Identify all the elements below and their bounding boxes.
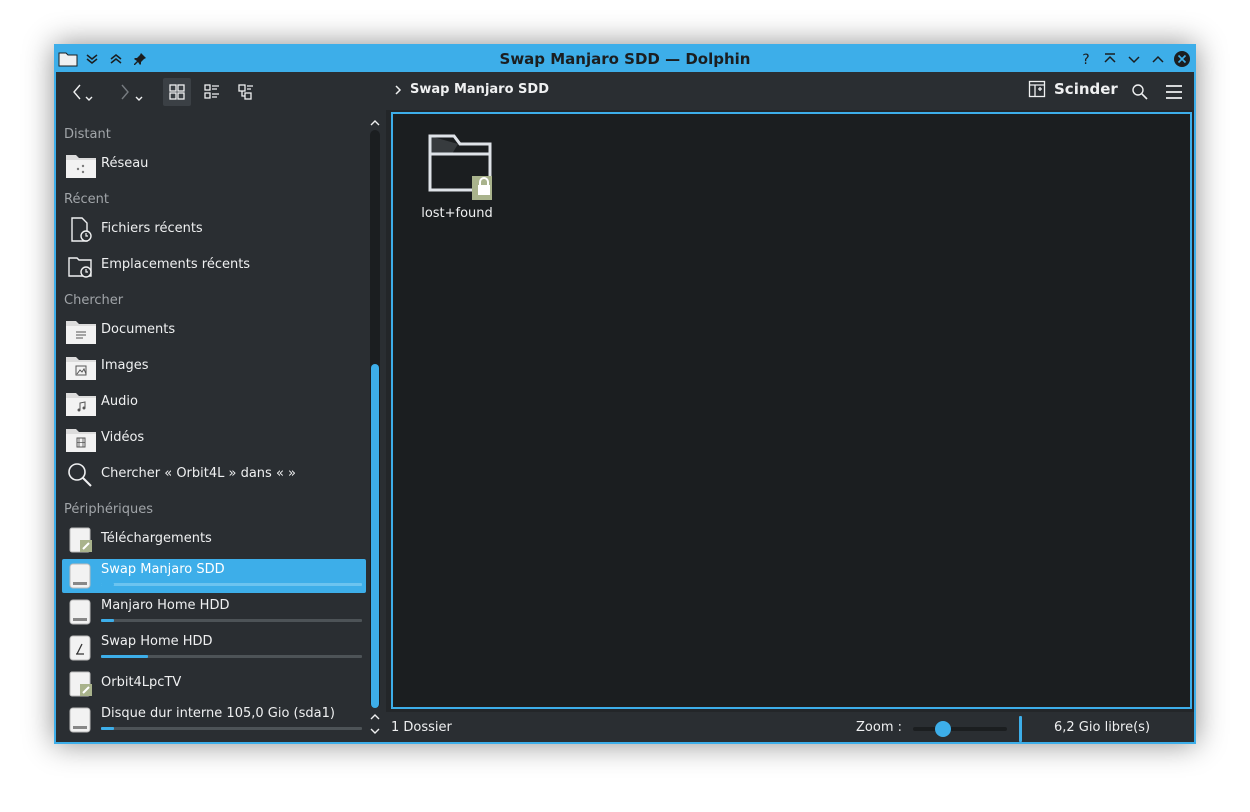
file-view[interactable]: lost+found bbox=[391, 112, 1192, 709]
toolbar: Swap Manjaro SDD Scinder bbox=[56, 72, 1194, 110]
free-space: 6,2 Gio libre(s) bbox=[1054, 720, 1151, 735]
title-bar[interactable]: Swap Manjaro SDD — Dolphin ? bbox=[56, 46, 1194, 72]
file-item[interactable]: lost+found bbox=[419, 132, 496, 221]
chevron-right-icon bbox=[395, 84, 402, 95]
place-label: Emplacements récents bbox=[101, 257, 251, 272]
place-label: Swap Manjaro SDD bbox=[101, 562, 225, 577]
split-label: Scinder bbox=[1054, 80, 1118, 98]
scroll-up-arrow-bottom[interactable] bbox=[369, 708, 381, 720]
icons-view-button[interactable] bbox=[163, 78, 191, 106]
section-search: Chercher bbox=[64, 293, 124, 308]
drive-icon bbox=[66, 562, 94, 590]
back-button[interactable] bbox=[68, 80, 98, 106]
place-label: Téléchargements bbox=[101, 531, 212, 546]
hamburger-menu-button[interactable] bbox=[1162, 80, 1186, 104]
device-downloads[interactable]: Téléchargements bbox=[62, 523, 366, 557]
close-icon[interactable] bbox=[1172, 49, 1192, 69]
free-space-indicator bbox=[1019, 716, 1022, 742]
capacity-fill bbox=[101, 583, 115, 586]
capacity-bar bbox=[101, 583, 362, 586]
place-label: Vidéos bbox=[101, 430, 145, 445]
place-recent-locations[interactable]: Emplacements récents bbox=[62, 249, 366, 283]
scroll-down-arrow[interactable] bbox=[369, 722, 381, 734]
help-icon[interactable]: ? bbox=[1076, 49, 1096, 69]
places-panel: Distant Réseau Récent Fichiers récents E… bbox=[56, 110, 386, 742]
capacity-fill bbox=[101, 727, 115, 730]
split-view-icon bbox=[1028, 80, 1046, 98]
capacity-fill bbox=[101, 619, 115, 622]
place-label: Fichiers récents bbox=[101, 221, 203, 236]
capacity-bar bbox=[101, 655, 362, 658]
network-drive-icon bbox=[66, 526, 94, 554]
breadcrumb-current[interactable]: Swap Manjaro SDD bbox=[410, 82, 549, 97]
documents-folder-icon bbox=[66, 317, 96, 345]
file-item-label: lost+found bbox=[421, 206, 493, 221]
root-drive-icon bbox=[66, 634, 94, 662]
device-swap-home-hdd[interactable]: Swap Home HDD bbox=[62, 631, 366, 665]
place-documents[interactable]: Documents bbox=[62, 314, 366, 348]
scrollbar-thumb[interactable] bbox=[371, 364, 379, 708]
section-remote: Distant bbox=[64, 127, 111, 142]
device-swap-manjaro-sdd[interactable]: Swap Manjaro SDD bbox=[62, 559, 366, 593]
minimize-icon[interactable] bbox=[1124, 49, 1144, 69]
forward-button[interactable] bbox=[114, 80, 150, 106]
place-label: Swap Home HDD bbox=[101, 634, 213, 649]
network-drive-icon bbox=[66, 670, 94, 698]
place-network[interactable]: Réseau bbox=[62, 148, 366, 182]
recent-places-icon bbox=[66, 252, 94, 280]
hamburger-menu-icon bbox=[1166, 85, 1182, 99]
section-devices: Périphériques bbox=[64, 502, 154, 517]
place-videos[interactable]: Vidéos bbox=[62, 422, 366, 456]
dolphin-window: Swap Manjaro SDD — Dolphin ? Swap Manjar… bbox=[54, 44, 1196, 744]
breadcrumb[interactable]: Swap Manjaro SDD bbox=[394, 82, 549, 97]
place-label: Images bbox=[101, 358, 149, 373]
device-internal-disk[interactable]: Disque dur interne 105,0 Gio (sda1) bbox=[62, 703, 366, 737]
capacity-fill bbox=[101, 655, 148, 658]
place-label: Chercher « Orbit4L » dans « » bbox=[101, 466, 296, 481]
capacity-bar bbox=[101, 727, 362, 730]
place-label: Documents bbox=[101, 322, 176, 337]
status-bar: 1 Dossier Zoom : 6,2 Gio libre(s) bbox=[386, 712, 1194, 742]
place-search-query[interactable]: Chercher « Orbit4L » dans « » bbox=[62, 458, 366, 492]
window-title: Swap Manjaro SDD — Dolphin bbox=[499, 50, 751, 68]
sidebar-scrollbar[interactable] bbox=[370, 130, 380, 708]
search-icon bbox=[1132, 84, 1148, 100]
search-button[interactable] bbox=[1128, 80, 1152, 104]
locked-folder-icon bbox=[422, 132, 496, 200]
place-label: Audio bbox=[101, 394, 138, 409]
drive-icon bbox=[66, 706, 94, 734]
network-folder-icon bbox=[66, 151, 96, 179]
device-orbit4lpctv[interactable]: Orbit4LpcTV bbox=[62, 667, 366, 701]
split-button[interactable]: Scinder bbox=[1028, 80, 1118, 98]
section-recent: Récent bbox=[64, 192, 109, 207]
zoom-label: Zoom : bbox=[856, 720, 902, 735]
place-images[interactable]: Images bbox=[62, 350, 366, 384]
audio-folder-icon bbox=[66, 389, 96, 417]
svg-text:?: ? bbox=[1082, 52, 1089, 66]
zoom-slider-handle[interactable] bbox=[935, 721, 952, 737]
place-audio[interactable]: Audio bbox=[62, 386, 366, 420]
capacity-bar bbox=[101, 619, 362, 622]
device-manjaro-home-hdd[interactable]: Manjaro Home HDD bbox=[62, 595, 366, 629]
place-recent-files[interactable]: Fichiers récents bbox=[62, 213, 366, 247]
scroll-up-arrow[interactable] bbox=[369, 114, 381, 126]
drive-icon bbox=[66, 598, 94, 626]
item-count: 1 Dossier bbox=[391, 720, 452, 735]
zoom-slider[interactable] bbox=[913, 721, 1007, 737]
keep-above-icon[interactable] bbox=[1100, 49, 1120, 69]
images-folder-icon bbox=[66, 353, 96, 381]
videos-folder-icon bbox=[66, 425, 96, 453]
maximize-icon[interactable] bbox=[1148, 49, 1168, 69]
place-label: Disque dur interne 105,0 Gio (sda1) bbox=[101, 706, 335, 721]
place-label: Manjaro Home HDD bbox=[101, 598, 230, 613]
search-icon bbox=[66, 461, 94, 489]
place-label: Réseau bbox=[101, 156, 149, 171]
recent-files-icon bbox=[66, 216, 94, 244]
compact-view-button[interactable] bbox=[198, 78, 226, 106]
details-view-button[interactable] bbox=[232, 78, 260, 106]
place-label: Orbit4LpcTV bbox=[101, 675, 182, 690]
